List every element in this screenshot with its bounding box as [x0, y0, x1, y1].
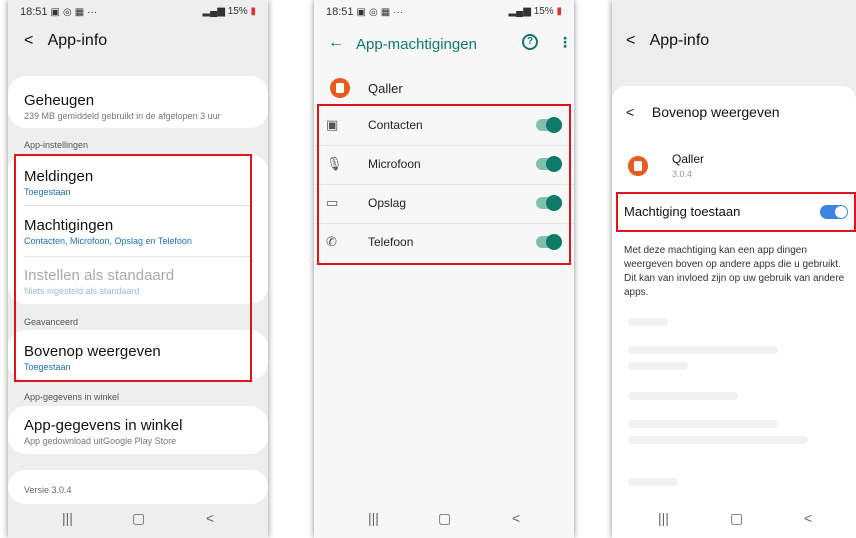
back-nav-icon[interactable]: <: [206, 510, 214, 526]
storage-item[interactable]: Geheugen 239 MB gemiddeld gebruikt in de…: [24, 92, 256, 121]
more-options-icon[interactable]: ⋮: [558, 34, 572, 51]
faded-placeholder: [628, 392, 738, 400]
toolbar: ← App-machtigingen ? ⋮: [314, 28, 574, 62]
app-name: Qaller: [672, 152, 705, 166]
store-sub: App gedownload uitGoogle Play Store: [24, 436, 177, 446]
battery-level: 15%: [533, 6, 554, 17]
back-nav-icon[interactable]: <: [804, 510, 812, 526]
app-icon: [330, 78, 350, 98]
back-button[interactable]: <: [626, 32, 646, 50]
signal-icon: ▂▄▆: [202, 6, 225, 17]
page-title: App-info: [47, 32, 108, 49]
header: < App-info: [24, 32, 107, 50]
gallery-icon: ▣: [50, 7, 60, 18]
section-app-settings: App-instellingen: [24, 140, 89, 150]
battery-level: 15%: [227, 6, 248, 17]
status-time: 18:51: [20, 6, 48, 18]
app-name: Qaller: [368, 81, 403, 96]
home-icon[interactable]: ▢: [438, 510, 451, 527]
highlight-box: [14, 154, 252, 382]
store-item[interactable]: App-gegevens in winkel App gedownload ui…: [24, 417, 256, 446]
gallery-icon: ▣: [356, 7, 366, 18]
image-icon: ▦: [74, 7, 85, 18]
storage-sub: 239 MB gemiddeld gebruikt in de afgelope…: [24, 111, 221, 121]
dialog-title: Bovenop weergeven: [651, 104, 780, 120]
page-title: App-info: [649, 32, 710, 49]
page-title: App-machtigingen: [356, 36, 477, 53]
section-store: App-gegevens in winkel: [24, 392, 120, 402]
recent-apps-icon[interactable]: |||: [658, 510, 669, 526]
faded-placeholder: [628, 436, 808, 444]
version-text: Versie 3.0.4: [24, 485, 72, 495]
screen-overlay-permission: 18:51 ▣◎▦··· ▂▄▆ 15% ▮ < App-info < Bove…: [612, 0, 856, 538]
help-icon[interactable]: ?: [522, 34, 538, 50]
version-item: Versie 3.0.4: [24, 483, 256, 495]
permission-description: Met deze machtiging kan een app dingen w…: [624, 245, 845, 298]
back-arrow-icon[interactable]: ←: [328, 34, 344, 52]
faded-placeholder: [628, 346, 778, 354]
storage-label: Geheugen: [24, 92, 95, 109]
highlight-box: [616, 192, 856, 232]
screen-app-permissions: 18:51 ▣ ◎ ▦ ··· ▂▄▆ 15% ▮ ← App-machtiginge…: [314, 0, 574, 538]
status-time: 18:51: [326, 6, 354, 18]
dialog-panel: [612, 86, 856, 538]
home-icon[interactable]: ▢: [730, 510, 743, 527]
home-icon[interactable]: ▢: [132, 510, 145, 527]
faded-placeholder: [628, 318, 668, 326]
navigation-bar: ||| ▢ <: [8, 498, 268, 538]
back-nav-icon[interactable]: <: [512, 510, 520, 526]
whatsapp-icon: ◎: [62, 7, 72, 18]
screen-app-info: 18:51 ▣ ◎ ▦ ··· ▂▄▆ 15% ▮ < App-info Geheug…: [8, 0, 268, 538]
back-button[interactable]: <: [24, 32, 44, 50]
whatsapp-icon: ◎: [368, 7, 378, 18]
dialog-header: < Bovenop weergeven: [626, 104, 780, 120]
dialog-back-button[interactable]: <: [626, 104, 648, 120]
signal-icon: ▂▄▆: [508, 6, 531, 17]
recent-apps-icon[interactable]: |||: [368, 510, 379, 526]
recent-apps-icon[interactable]: |||: [62, 510, 73, 526]
more-notifications-icon: ···: [393, 7, 404, 18]
app-version: 3.0.4: [672, 169, 693, 179]
header: < App-info: [626, 32, 709, 50]
highlight-box: [317, 104, 571, 265]
status-bar: 18:51 ▣◎▦··· ▂▄▆ 15% ▮: [314, 0, 574, 24]
battery-icon: ▮: [556, 6, 562, 17]
image-icon: ▦: [380, 7, 391, 18]
faded-placeholder: [628, 478, 678, 486]
status-bar: 18:51 ▣◎▦··· ▂▄▆ 15% ▮: [8, 0, 268, 24]
navigation-bar: ||| ▢ <: [314, 498, 574, 538]
more-notifications-icon: ···: [87, 7, 98, 18]
faded-placeholder: [628, 420, 778, 428]
app-icon: [628, 156, 648, 176]
navigation-bar: ||| ▢ <: [612, 498, 856, 538]
background-header: [612, 0, 856, 100]
battery-icon: ▮: [250, 6, 256, 17]
store-label: App-gegevens in winkel: [24, 417, 183, 434]
faded-placeholder: [628, 362, 688, 370]
